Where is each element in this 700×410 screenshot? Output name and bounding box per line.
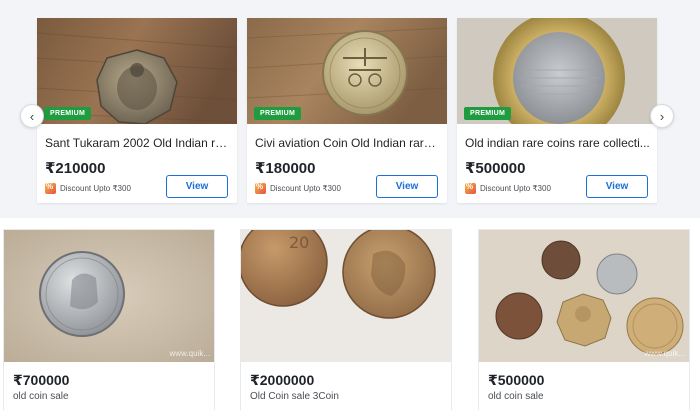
svg-text:20: 20 [289, 233, 309, 252]
coin-photo[interactable]: www.quik... [479, 230, 689, 362]
listing-title[interactable]: Old Coin sale 3Coin [250, 391, 339, 402]
discount-icon [465, 182, 476, 194]
premium-badge: PREMIUM [464, 107, 512, 120]
view-button[interactable]: View [166, 175, 228, 198]
watermark: www.quik... [169, 349, 210, 358]
view-button[interactable]: View [586, 175, 648, 198]
card-title[interactable]: Old indian rare coins rare collecti... [465, 136, 651, 150]
discount-text: Discount Upto ₹300 [270, 183, 341, 193]
card-price: ₹180000 [255, 160, 316, 177]
discount-text: Discount Upto ₹300 [60, 183, 131, 193]
featured-card[interactable]: PREMIUM Sant Tukaram 2002 Old Indian rar… [37, 18, 237, 203]
coin-photo[interactable]: 20 [241, 230, 451, 362]
discount-info: Discount Upto ₹300 [255, 181, 341, 195]
discount-icon [45, 182, 56, 194]
watermark: www.quik... [644, 349, 685, 358]
premium-badge: PREMIUM [254, 107, 302, 120]
listing-title[interactable]: old coin sale [13, 391, 69, 402]
discount-icon [255, 182, 266, 194]
card-price: ₹210000 [45, 160, 106, 177]
listing-card[interactable]: 20 ₹2000000 Old Coin sale 3Coin [240, 229, 452, 410]
featured-card[interactable]: PREMIUM Old indian rare coins rare colle… [457, 18, 657, 203]
featured-carousel: PREMIUM Sant Tukaram 2002 Old Indian rar… [0, 0, 700, 218]
chevron-right-icon: › [659, 108, 665, 124]
premium-badge: PREMIUM [44, 107, 92, 120]
listing-card[interactable]: www.quik... ₹700000 old coin sale [3, 229, 215, 410]
listing-price: ₹700000 [13, 372, 70, 388]
card-title[interactable]: Civi aviation Coin Old Indian rare ... [255, 136, 441, 150]
coin-photo[interactable]: www.quik... [4, 230, 214, 362]
featured-card[interactable]: PREMIUM Civi aviation Coin Old Indian ra… [247, 18, 447, 203]
listing-price: ₹2000000 [250, 372, 315, 388]
card-title[interactable]: Sant Tukaram 2002 Old Indian rar... [45, 136, 231, 150]
chevron-left-icon: ‹ [29, 108, 35, 124]
listing-card[interactable]: www.quik... ₹500000 old coin sale [478, 229, 690, 410]
carousel-prev-button[interactable]: ‹ [20, 104, 44, 128]
discount-info: Discount Upto ₹300 [45, 181, 131, 195]
discount-info: Discount Upto ₹300 [465, 181, 551, 195]
discount-text: Discount Upto ₹300 [480, 183, 551, 193]
listing-price: ₹500000 [488, 372, 545, 388]
card-price: ₹500000 [465, 160, 526, 177]
carousel-next-button[interactable]: › [650, 104, 674, 128]
view-button[interactable]: View [376, 175, 438, 198]
listing-title[interactable]: old coin sale [488, 391, 544, 402]
